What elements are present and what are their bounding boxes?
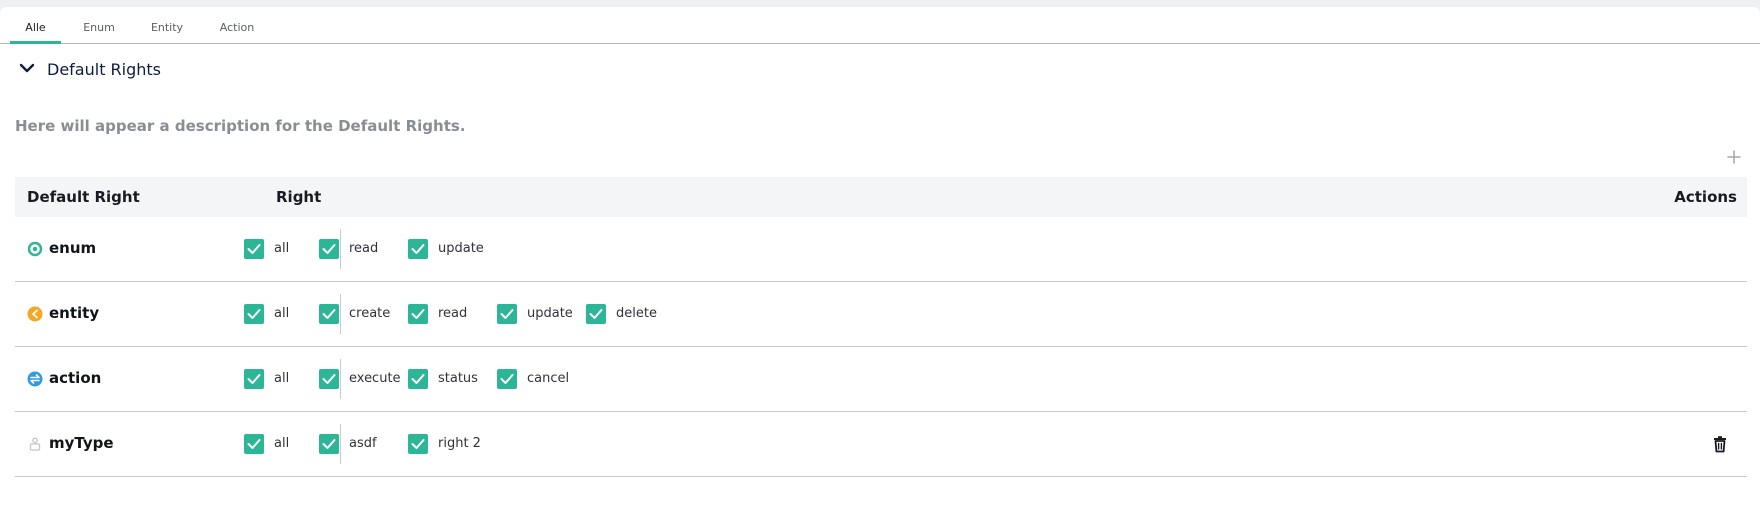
right-label: all <box>274 371 290 386</box>
right-label: asdf <box>349 436 377 451</box>
plus-icon[interactable] <box>1724 147 1744 167</box>
checkmark-icon[interactable] <box>319 434 339 454</box>
checkmark-icon[interactable] <box>497 304 517 324</box>
enum-icon <box>27 241 43 257</box>
row-name: entity <box>49 304 100 322</box>
checkmark-icon[interactable] <box>408 239 428 259</box>
section-description: Here will appear a description for the D… <box>15 117 466 135</box>
row-name: action <box>49 369 102 387</box>
checkmark-icon[interactable] <box>244 304 264 324</box>
right-label: update <box>527 306 573 321</box>
tab-enum[interactable]: Enum <box>78 7 120 41</box>
row-name: enum <box>49 239 97 257</box>
rights-divider <box>340 424 341 464</box>
tab-action[interactable]: Action <box>214 7 260 41</box>
checkmark-icon[interactable] <box>244 434 264 454</box>
rights-divider <box>340 359 341 399</box>
rights-divider <box>340 229 341 269</box>
right-label: update <box>438 241 484 256</box>
right-label: all <box>274 436 290 451</box>
table-header: Default Right Right Actions <box>15 177 1747 217</box>
checkmark-icon[interactable] <box>319 239 339 259</box>
checkmark-icon[interactable] <box>319 369 339 389</box>
table-row: action all execute status cancel <box>15 347 1747 412</box>
right-label: create <box>349 306 391 321</box>
chevron-down-icon[interactable] <box>18 59 36 77</box>
right-label: cancel <box>527 371 570 386</box>
checkmark-icon[interactable] <box>244 369 264 389</box>
right-label: status <box>438 371 478 386</box>
checkmark-icon[interactable] <box>319 304 339 324</box>
checkmark-icon[interactable] <box>408 434 428 454</box>
default-rights-table: Default Right Right Actions enum all read u… <box>15 177 1747 477</box>
header-default-right: Default Right <box>27 188 140 206</box>
right-label: right 2 <box>438 436 481 451</box>
action-icon <box>27 371 43 387</box>
custom-type-icon <box>27 436 43 452</box>
rights-divider <box>340 294 341 334</box>
tab-bar: Alle Enum Entity Action <box>0 7 1760 44</box>
header-right: Right <box>276 188 322 206</box>
checkmark-icon[interactable] <box>586 304 606 324</box>
checkmark-icon[interactable] <box>244 239 264 259</box>
checkmark-icon[interactable] <box>408 304 428 324</box>
table-row: myType all asdf right 2 <box>15 412 1747 477</box>
right-label: all <box>274 241 290 256</box>
row-name: myType <box>49 434 114 452</box>
tab-entity[interactable]: Entity <box>144 7 190 41</box>
right-label: delete <box>616 306 657 321</box>
section-title[interactable]: Default Rights <box>47 60 161 79</box>
checkmark-icon[interactable] <box>408 369 428 389</box>
table-row: entity all create read update delete <box>15 282 1747 347</box>
default-rights-card: Alle Enum Entity Action Default Rights H… <box>0 7 1760 505</box>
trash-icon[interactable] <box>1710 434 1730 454</box>
right-label: read <box>349 241 379 256</box>
table-row: enum all read update <box>15 217 1747 282</box>
right-label: read <box>438 306 468 321</box>
tab-alle[interactable]: Alle <box>10 7 61 44</box>
checkmark-icon[interactable] <box>497 369 517 389</box>
right-label: execute <box>349 371 401 386</box>
entity-icon <box>27 306 43 322</box>
right-label: all <box>274 306 290 321</box>
header-actions: Actions <box>1674 188 1737 206</box>
